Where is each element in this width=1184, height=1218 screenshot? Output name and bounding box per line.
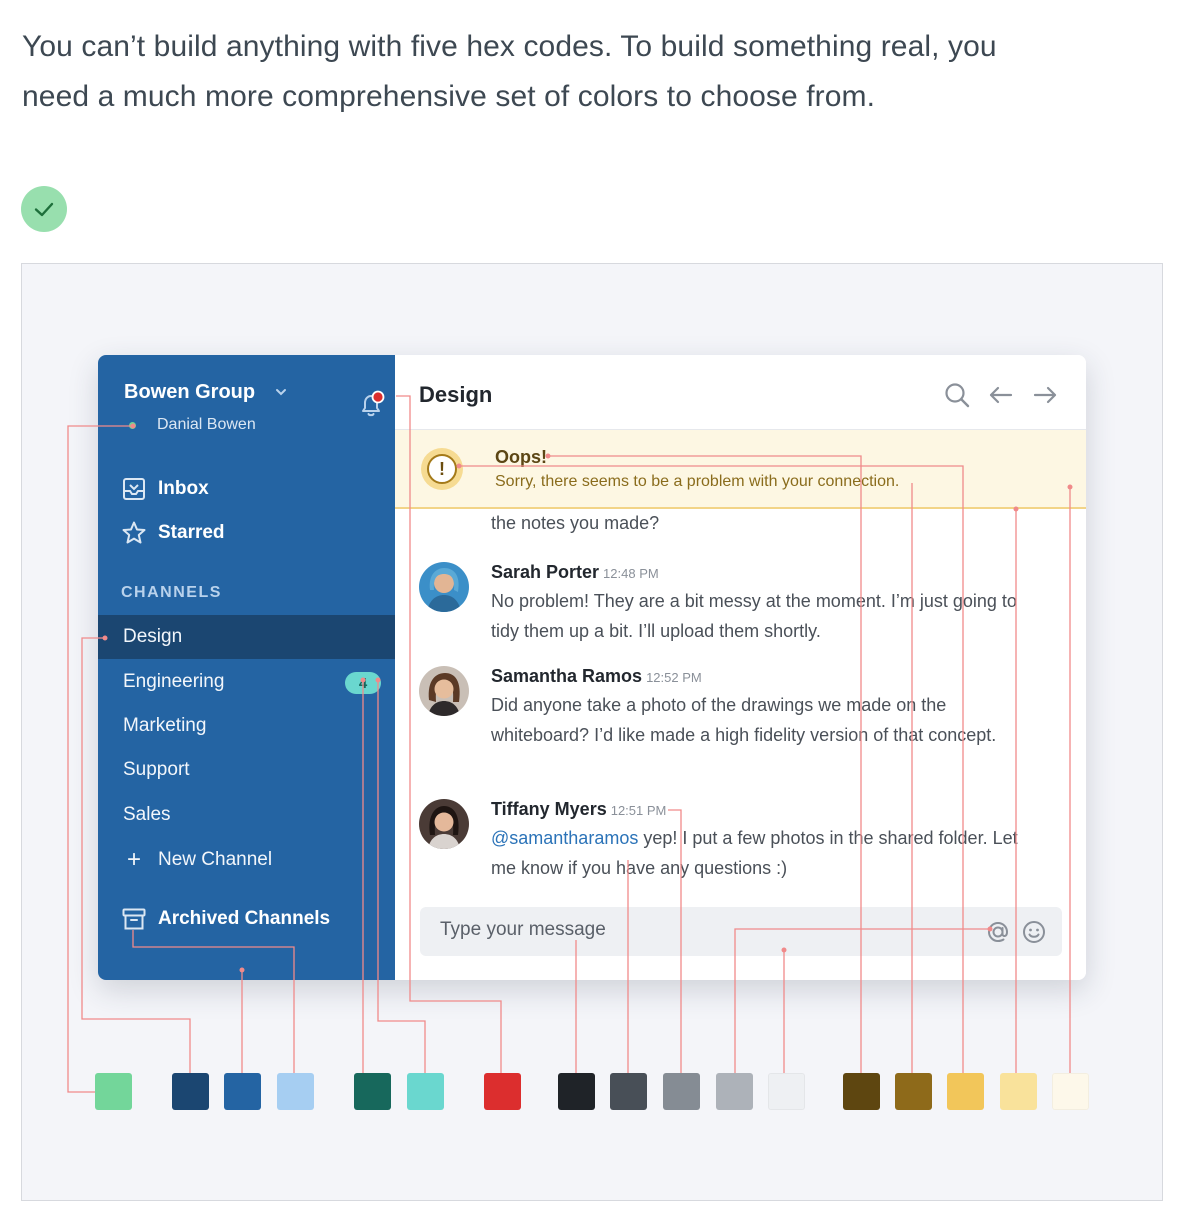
message-body: Did anyone take a photo of the drawings … <box>491 695 997 745</box>
swatch-navy-dark[interactable] <box>172 1073 209 1110</box>
new-channel-button[interactable]: + New Channel <box>121 845 272 875</box>
sidebar: Bowen Group Danial Bowen Inbox Starred C… <box>98 355 395 980</box>
intro-line-1: You can’t build anything with five hex c… <box>22 30 997 63</box>
swatch-yellow-700[interactable] <box>895 1073 932 1110</box>
swatch-blue[interactable] <box>224 1073 261 1110</box>
channel-marketing[interactable]: Marketing <box>98 704 395 748</box>
avatar <box>419 799 469 849</box>
channel-title: Design <box>419 382 493 407</box>
alert-text: Sorry, there seems to be a problem with … <box>495 473 900 490</box>
swatch-yellow-200[interactable] <box>1000 1073 1037 1110</box>
composer-actions <box>984 918 1048 946</box>
nav-item-inbox[interactable]: Inbox <box>121 474 209 504</box>
swatch-red[interactable] <box>484 1073 521 1110</box>
channel-label: Design <box>123 626 183 647</box>
intro-paragraph: You can’t build anything with five hex c… <box>22 22 1162 122</box>
plus-icon: + <box>126 846 141 873</box>
swatch-yellow-50[interactable] <box>1052 1073 1089 1110</box>
swatch-grey-700[interactable] <box>610 1073 647 1110</box>
message-author[interactable]: Sarah Porter <box>491 562 599 582</box>
avatar <box>419 666 469 716</box>
connection-alert: ! Oops! Sorry, there seems to be a probl… <box>395 430 1086 509</box>
channels-header: CHANNELS <box>121 584 222 601</box>
chat-header: Design <box>395 355 1086 430</box>
arrow-right-icon[interactable] <box>1030 380 1060 410</box>
inbox-icon <box>121 476 147 502</box>
swatch-teal-light[interactable] <box>407 1073 444 1110</box>
channel-label: Support <box>123 759 190 780</box>
chat-main-panel: Design ! Oops! Sorry, there seems to be … <box>395 355 1086 980</box>
swatch-grey-900[interactable] <box>558 1073 595 1110</box>
new-channel-label: New Channel <box>158 849 273 870</box>
message-body: No problem! They are a bit messy at the … <box>491 591 1017 641</box>
channel-engineering[interactable]: Engineering 4 <box>98 660 395 704</box>
search-icon[interactable] <box>942 380 972 410</box>
channel-design[interactable]: Design <box>98 615 395 659</box>
swatch-yellow-900[interactable] <box>843 1073 880 1110</box>
alert-title: Oops! <box>495 447 547 467</box>
swatch-green[interactable] <box>95 1073 132 1110</box>
chevron-down-icon[interactable] <box>274 385 288 404</box>
message-time: 12:52 PM <box>646 670 702 685</box>
user-mention[interactable]: @samantharamos <box>491 828 638 848</box>
archived-channels-link[interactable]: Archived Channels <box>121 904 330 934</box>
nav-item-starred[interactable]: Starred <box>121 518 225 548</box>
at-mention-icon[interactable] <box>984 918 1012 946</box>
message-author[interactable]: Tiffany Myers <box>491 799 607 819</box>
channel-support[interactable]: Support <box>98 748 395 792</box>
archived-label: Archived Channels <box>158 908 331 929</box>
swatch-grey-400[interactable] <box>716 1073 753 1110</box>
channel-label: Engineering <box>123 671 225 692</box>
bell-icon[interactable] <box>357 390 387 425</box>
channel-sales[interactable]: Sales <box>98 793 395 837</box>
archive-icon <box>121 906 147 932</box>
avatar <box>419 562 469 612</box>
arrow-left-icon[interactable] <box>986 380 1016 410</box>
intro-line-2: need a much more comprehensive set of co… <box>22 80 876 113</box>
swatch-grey-100[interactable] <box>768 1073 805 1110</box>
check-icon <box>21 186 67 232</box>
emoji-icon[interactable] <box>1020 918 1048 946</box>
swatch-teal-dark[interactable] <box>354 1073 391 1110</box>
message-author[interactable]: Samantha Ramos <box>491 666 642 686</box>
message-time: 12:51 PM <box>610 803 667 818</box>
header-actions <box>942 380 1060 410</box>
swatch-grey-500[interactable] <box>663 1073 700 1110</box>
channel-label: Sales <box>123 804 171 825</box>
message-input[interactable] <box>440 919 940 941</box>
channel-label: Marketing <box>123 715 207 736</box>
warning-icon: ! <box>421 448 463 490</box>
user-name: Danial Bowen <box>157 416 256 433</box>
star-icon <box>121 520 147 546</box>
chat-app-window: Bowen Group Danial Bowen Inbox Starred C… <box>98 355 1086 980</box>
swatch-blue-light[interactable] <box>277 1073 314 1110</box>
message-partial: the notes you made? <box>491 513 660 533</box>
message-time: 12:48 PM <box>603 566 659 581</box>
nav-item-label: Inbox <box>158 478 209 499</box>
swatch-yellow-400[interactable] <box>947 1073 984 1110</box>
message-composer <box>420 907 1062 956</box>
online-status-dot <box>129 422 136 429</box>
unread-count-badge: 4 <box>345 672 381 694</box>
message-body: @samantharamos yep! I put a few photos i… <box>491 823 1031 883</box>
nav-item-label: Starred <box>158 522 225 543</box>
org-name[interactable]: Bowen Group <box>124 381 255 404</box>
